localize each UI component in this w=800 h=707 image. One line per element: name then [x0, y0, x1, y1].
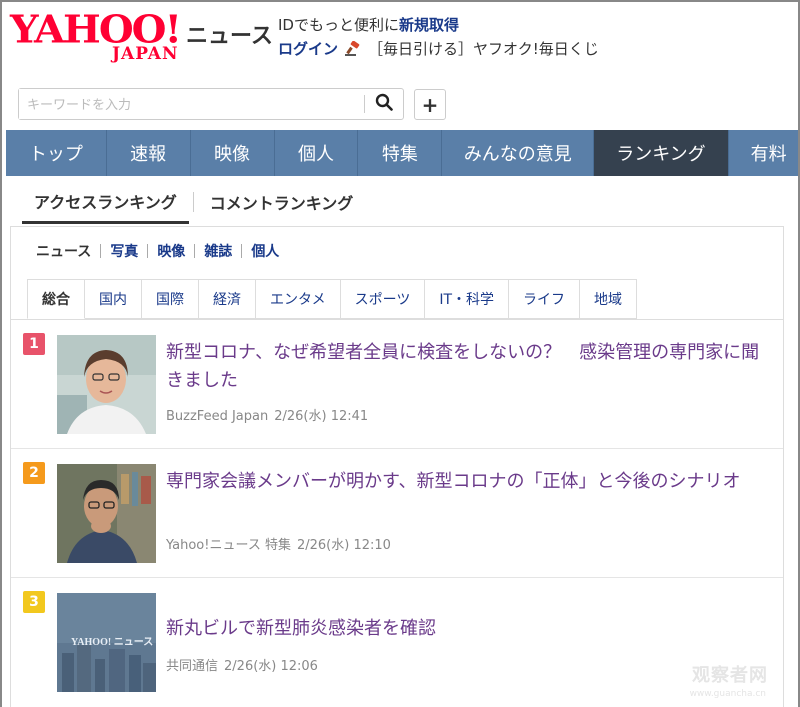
rank-badge: 1 — [23, 333, 45, 355]
media-link-video[interactable]: 映像 — [148, 241, 194, 261]
promo-prefix: IDでもっと便利に — [278, 16, 399, 34]
tab-category-economy[interactable]: 経済 — [199, 279, 256, 319]
article-time: 2/26(水) 12:06 — [224, 659, 318, 674]
nav-item-ranking[interactable]: ランキング — [594, 130, 728, 176]
header-links: ログイン ［毎日引ける］ヤフオク!毎日くじ — [278, 38, 599, 59]
tab-comment-ranking[interactable]: コメントランキング — [198, 182, 366, 222]
header: YAHOO! JAPAN ニュース IDでもっと便利に新規取得 ログイン ［毎日… — [2, 2, 798, 80]
tab-category-sports[interactable]: スポーツ — [341, 279, 426, 319]
article-thumbnail[interactable]: YAHOO! ニュース — [57, 593, 156, 692]
tab-separator — [193, 192, 194, 212]
nav-item-opinion[interactable]: みんなの意見 — [442, 130, 594, 176]
article-thumbnail[interactable] — [57, 335, 156, 434]
ranking-item[interactable]: 2 専門家会議メンバーが明かす、新型コロナの「正体」と今後のシナリオ Yahoo… — [11, 450, 783, 578]
yahoo-japan-logo[interactable]: YAHOO! JAPAN — [10, 10, 185, 68]
search-button[interactable] — [365, 89, 403, 119]
article-meta: Yahoo!ニュース 特集 2/26(水) 12:10 — [166, 534, 391, 553]
article-title[interactable]: 専門家会議メンバーが明かす、新型コロナの「正体」と今後のシナリオ — [166, 468, 767, 496]
article-time: 2/26(水) 12:41 — [274, 409, 368, 424]
article-source: Yahoo!ニュース 特集 — [166, 538, 291, 553]
watermark-url: www.guancha.cn — [690, 689, 766, 699]
category-tabs: 総合 国内 国際 経済 エンタメ スポーツ IT・科学 ライフ 地域 — [27, 279, 637, 319]
media-type-links: ニュース 写真 映像 雑誌 個人 — [31, 241, 288, 261]
article-meta: 共同通信 2/26(水) 12:06 — [166, 655, 318, 674]
search-input[interactable] — [19, 89, 364, 119]
search-icon — [375, 93, 393, 115]
nav-item-video[interactable]: 映像 — [191, 130, 275, 176]
ranking-item[interactable]: 1 新型コロナ、なぜ希望者全員に検査をしないの？ 感染管理の専門家に聞きました … — [11, 321, 783, 449]
nav-item-breaking[interactable]: 速報 — [107, 130, 191, 176]
tab-access-ranking[interactable]: アクセスランキング — [22, 181, 189, 224]
tab-category-life[interactable]: ライフ — [509, 279, 580, 319]
article-source: BuzzFeed Japan — [166, 409, 268, 424]
tab-category-domestic[interactable]: 国内 — [85, 279, 142, 319]
promo-text: IDでもっと便利に新規取得 — [278, 14, 459, 35]
ranking-content: ニュース 写真 映像 雑誌 個人 総合 国内 国際 経済 エンタメ スポーツ I… — [10, 226, 784, 707]
media-link-magazine[interactable]: 雑誌 — [195, 241, 241, 261]
article-meta: BuzzFeed Japan 2/26(水) 12:41 — [166, 405, 368, 424]
signup-link[interactable]: 新規取得 — [399, 16, 459, 34]
logo-japan-text: JAPAN — [112, 44, 179, 64]
tab-category-all[interactable]: 総合 — [27, 279, 85, 319]
tab-category-it-science[interactable]: IT・科学 — [425, 279, 509, 319]
watermark-text: 观察者网 — [692, 661, 768, 687]
article-source: 共同通信 — [166, 659, 218, 674]
tab-category-entertainment[interactable]: エンタメ — [256, 279, 341, 319]
nav-item-feature[interactable]: 特集 — [358, 130, 442, 176]
gavel-icon — [344, 41, 362, 57]
thumbnail-logo-text: YAHOO! ニュース — [71, 633, 153, 648]
tab-category-local[interactable]: 地域 — [580, 279, 637, 319]
category-underline — [11, 319, 783, 320]
rank-badge: 3 — [23, 591, 45, 613]
rank-badge: 2 — [23, 462, 45, 484]
ranking-item[interactable]: 3 YAHOO! ニュース 新丸ビルで新型肺炎感染者を確認 共同通信 2/26(水… — [11, 579, 783, 707]
nav-item-individual[interactable]: 個人 — [275, 130, 359, 176]
site-name[interactable]: ニュース — [186, 18, 273, 50]
media-link-individual[interactable]: 個人 — [242, 241, 288, 261]
tab-category-world[interactable]: 国際 — [142, 279, 199, 319]
article-title[interactable]: 新型コロナ、なぜ希望者全員に検査をしないの？ 感染管理の専門家に聞きました — [166, 339, 767, 395]
add-button[interactable]: + — [414, 89, 446, 120]
nav-item-paid[interactable]: 有料 — [729, 130, 798, 176]
login-link[interactable]: ログイン — [278, 38, 338, 59]
search-box — [18, 88, 404, 120]
main-nav: トップ 速報 映像 個人 特集 みんなの意見 ランキング 有料 — [6, 130, 798, 176]
article-title[interactable]: 新丸ビルで新型肺炎感染者を確認 — [166, 615, 767, 643]
media-link-news[interactable]: ニュース — [31, 241, 100, 261]
auction-link[interactable]: ［毎日引ける］ヤフオク!毎日くじ — [368, 38, 599, 59]
article-thumbnail[interactable] — [57, 464, 156, 563]
media-link-photo[interactable]: 写真 — [101, 241, 147, 261]
article-time: 2/26(水) 12:10 — [297, 538, 391, 553]
ranking-tabs: アクセスランキング コメントランキング — [22, 180, 365, 224]
nav-item-top[interactable]: トップ — [6, 130, 107, 176]
